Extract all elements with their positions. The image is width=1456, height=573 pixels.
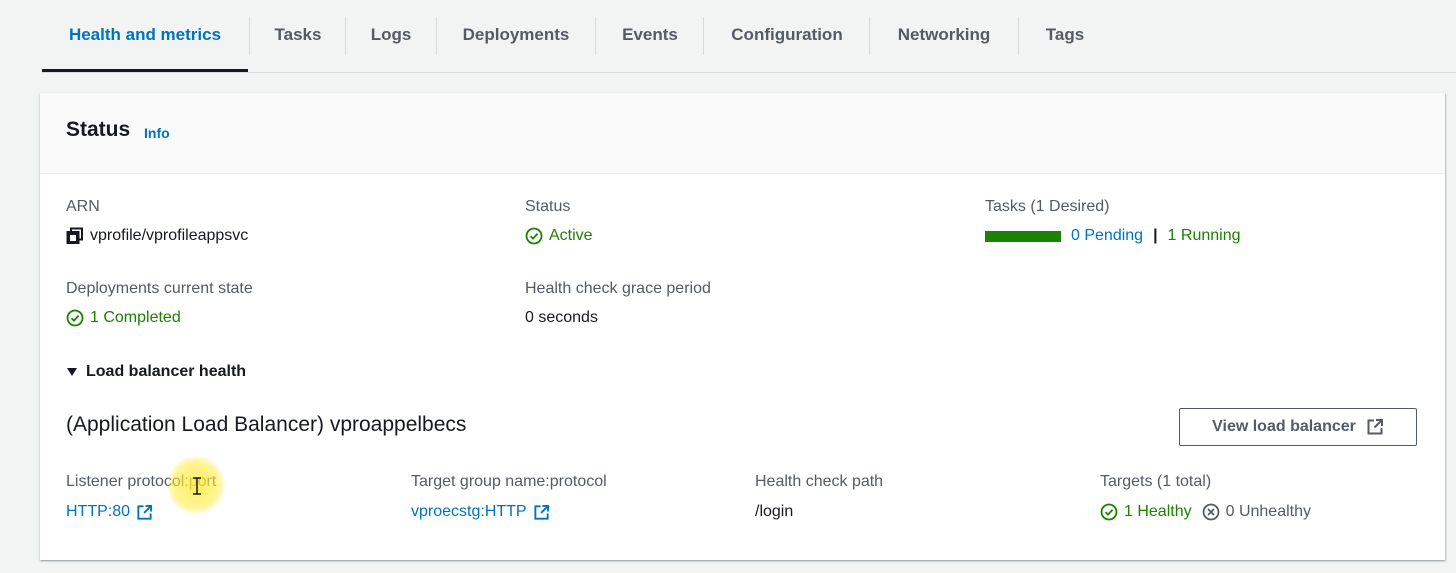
text-cursor-icon (193, 477, 201, 495)
targets-value: 1 Healthy 0 Unhealthy (1100, 503, 1311, 521)
status-text: Active (549, 227, 593, 244)
external-link-icon[interactable] (533, 504, 550, 521)
info-link[interactable]: Info (144, 125, 170, 141)
view-load-balancer-label: View load balancer (1212, 418, 1356, 435)
tab-tasks[interactable]: Tasks (250, 0, 346, 70)
listener-value[interactable]: HTTP:80 (66, 503, 153, 521)
health-check-path-text: /login (755, 503, 794, 520)
tasks-running-link[interactable]: 1 Running (1168, 227, 1241, 245)
tab-networking[interactable]: Networking (870, 0, 1018, 70)
target-group-link[interactable]: vproecstg:HTTP (411, 503, 527, 521)
check-circle-icon (66, 309, 84, 327)
tasks-pending-link[interactable]: 0 Pending (1071, 227, 1143, 245)
grace-period-label: Health check grace period (525, 280, 711, 297)
caret-down-icon (67, 368, 77, 376)
lb-health-label: Load balancer health (86, 363, 247, 380)
target-group-value[interactable]: vproecstg:HTTP (411, 503, 550, 521)
status-panel: Status Info ARN vprofile/vprofileappsvc … (40, 93, 1445, 560)
arn-label: ARN (66, 198, 100, 215)
tasks-separator: | (1153, 227, 1158, 244)
check-circle-icon (525, 227, 543, 245)
unhealthy-targets-text: 0 Unhealthy (1225, 503, 1311, 520)
tab-tags[interactable]: Tags (1019, 0, 1111, 70)
status-value: Active (525, 227, 593, 245)
tab-logs[interactable]: Logs (346, 0, 436, 70)
grace-period-text: 0 seconds (525, 309, 598, 326)
tab-deployments[interactable]: Deployments (437, 0, 595, 70)
tab-bar: Health and metrics Tasks Logs Deployment… (42, 0, 1456, 73)
arn-text: vprofile/vprofileappsvc (90, 227, 249, 244)
copy-icon[interactable] (66, 227, 84, 245)
view-load-balancer-button[interactable]: View load balancer (1179, 408, 1417, 446)
grace-period-value: 0 seconds (525, 309, 598, 327)
external-link-icon[interactable] (136, 504, 153, 521)
deployments-state-label: Deployments current state (66, 280, 253, 297)
health-check-path-value: /login (755, 503, 793, 521)
lb-title: (Application Load Balancer) vproappelbec… (66, 413, 467, 436)
external-link-icon (1367, 419, 1383, 435)
tab-configuration[interactable]: Configuration (704, 0, 870, 70)
status-label: Status (525, 198, 571, 215)
x-circle-icon (1202, 503, 1219, 521)
targets-label: Targets (1 total) (1100, 473, 1212, 490)
healthy-targets-link[interactable]: 1 Healthy (1124, 503, 1192, 521)
lb-health-expander[interactable]: Load balancer health (66, 363, 246, 381)
health-check-path-label: Health check path (755, 473, 884, 490)
target-group-label: Target group name:protocol (411, 473, 607, 490)
tasks-value: 0 Pending | 1 Running (985, 227, 1241, 245)
panel-header: Status Info (40, 93, 1445, 174)
check-circle-icon (1100, 503, 1118, 521)
tab-events[interactable]: Events (596, 0, 704, 70)
deployments-state-text: 1 Completed (90, 309, 181, 326)
arn-value: vprofile/vprofileappsvc (66, 227, 248, 245)
tasks-label: Tasks (1 Desired) (985, 198, 1110, 215)
tasks-progress-bar (985, 230, 1061, 242)
tab-health-and-metrics[interactable]: Health and metrics (42, 0, 248, 72)
deployments-state-value: 1 Completed (66, 309, 181, 327)
listener-link[interactable]: HTTP:80 (66, 503, 130, 521)
panel-title: Status (66, 118, 131, 141)
